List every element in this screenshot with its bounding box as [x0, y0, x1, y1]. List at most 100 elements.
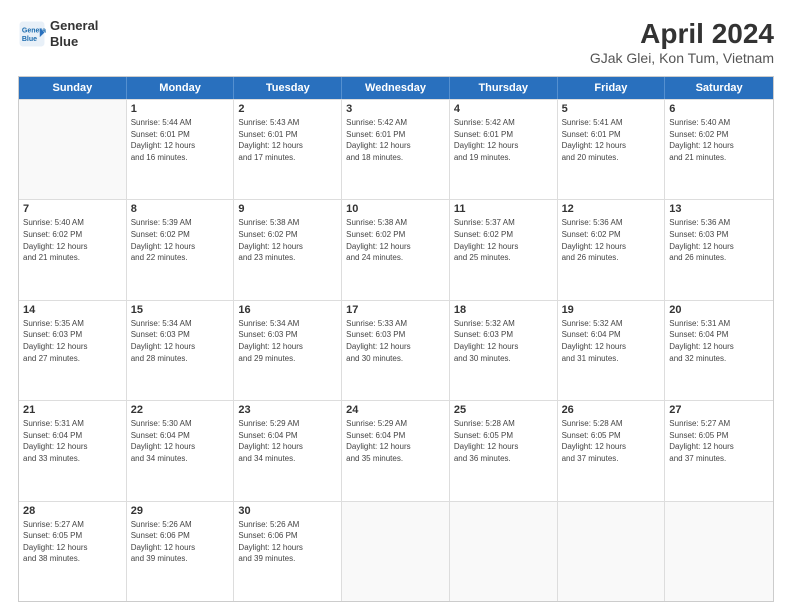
day-number: 25 — [454, 404, 553, 416]
week-row-4: 21Sunrise: 5:31 AM Sunset: 6:04 PM Dayli… — [19, 400, 773, 500]
day-cell-19: 19 Sunrise: 5:32 AM Sunset: 6:04 PM Dayli… — [558, 301, 666, 400]
day-cell-7: 7Sunrise: 5:40 AM Sunset: 6:02 PM Daylig… — [19, 200, 127, 299]
day-cell-26: 26 Sunrise: 5:28 AM Sunset: 6:05 PM Dayli… — [558, 401, 666, 500]
week-row-3: 14 Sunrise: 5:35 AM Sunset: 6:03 PM Dayli… — [19, 300, 773, 400]
calendar-header: SundayMondayTuesdayWednesdayThursdayFrid… — [19, 77, 773, 99]
day-info: Sunrise: 5:36 AM Sunset: 6:03 PM Dayligh… — [669, 217, 769, 263]
day-header-friday: Friday — [558, 77, 666, 99]
day-info: Sunrise: 5:39 AM Sunset: 6:02 PM Dayligh… — [131, 217, 230, 263]
day-cell-9: 9 Sunrise: 5:38 AM Sunset: 6:02 PM Daylig… — [234, 200, 342, 299]
day-info: Sunrise: 5:42 AM Sunset: 6:01 PM Dayligh… — [454, 117, 553, 163]
day-cell-6: 6 Sunrise: 5:40 AM Sunset: 6:02 PM Daylig… — [665, 100, 773, 199]
day-info: Sunrise: 5:26 AM Sunset: 6:06 PM Dayligh… — [238, 519, 337, 565]
logo-line2: Blue — [50, 34, 98, 50]
day-cell-18: 18 Sunrise: 5:32 AM Sunset: 6:03 PM Dayli… — [450, 301, 558, 400]
day-info: Sunrise: 5:44 AM Sunset: 6:01 PM Dayligh… — [131, 117, 230, 163]
day-cell-14: 14 Sunrise: 5:35 AM Sunset: 6:03 PM Dayli… — [19, 301, 127, 400]
day-info: Sunrise: 5:27 AM Sunset: 6:05 PM Dayligh… — [23, 519, 122, 565]
day-number: 14 — [23, 304, 122, 316]
day-cell-22: 22Sunrise: 5:30 AM Sunset: 6:04 PM Dayli… — [127, 401, 235, 500]
week-row-2: 7Sunrise: 5:40 AM Sunset: 6:02 PM Daylig… — [19, 199, 773, 299]
day-info: Sunrise: 5:27 AM Sunset: 6:05 PM Dayligh… — [669, 418, 769, 464]
empty-cell — [558, 502, 666, 601]
empty-cell — [19, 100, 127, 199]
logo-text: General Blue — [50, 18, 98, 49]
day-number: 4 — [454, 103, 553, 115]
day-info: Sunrise: 5:28 AM Sunset: 6:05 PM Dayligh… — [562, 418, 661, 464]
day-number: 3 — [346, 103, 445, 115]
day-cell-16: 16 Sunrise: 5:34 AM Sunset: 6:03 PM Dayli… — [234, 301, 342, 400]
day-cell-8: 8 Sunrise: 5:39 AM Sunset: 6:02 PM Daylig… — [127, 200, 235, 299]
day-header-thursday: Thursday — [450, 77, 558, 99]
day-info: Sunrise: 5:31 AM Sunset: 6:04 PM Dayligh… — [669, 318, 769, 364]
empty-cell — [665, 502, 773, 601]
day-info: Sunrise: 5:35 AM Sunset: 6:03 PM Dayligh… — [23, 318, 122, 364]
logo-line1: General — [50, 18, 98, 34]
day-number: 22 — [131, 404, 230, 416]
day-number: 20 — [669, 304, 769, 316]
day-number: 30 — [238, 505, 337, 517]
day-header-wednesday: Wednesday — [342, 77, 450, 99]
calendar-body: 1Sunrise: 5:44 AM Sunset: 6:01 PM Daylig… — [19, 99, 773, 601]
day-cell-12: 12Sunrise: 5:36 AM Sunset: 6:02 PM Dayli… — [558, 200, 666, 299]
day-number: 9 — [238, 203, 337, 215]
day-info: Sunrise: 5:29 AM Sunset: 6:04 PM Dayligh… — [346, 418, 445, 464]
empty-cell — [450, 502, 558, 601]
day-cell-11: 11Sunrise: 5:37 AM Sunset: 6:02 PM Dayli… — [450, 200, 558, 299]
day-number: 10 — [346, 203, 445, 215]
svg-text:Blue: Blue — [22, 36, 37, 43]
day-cell-29: 29 Sunrise: 5:26 AM Sunset: 6:06 PM Dayli… — [127, 502, 235, 601]
day-header-saturday: Saturday — [665, 77, 773, 99]
day-info: Sunrise: 5:43 AM Sunset: 6:01 PM Dayligh… — [238, 117, 337, 163]
day-info: Sunrise: 5:33 AM Sunset: 6:03 PM Dayligh… — [346, 318, 445, 364]
day-info: Sunrise: 5:34 AM Sunset: 6:03 PM Dayligh… — [238, 318, 337, 364]
day-cell-4: 4 Sunrise: 5:42 AM Sunset: 6:01 PM Daylig… — [450, 100, 558, 199]
day-number: 26 — [562, 404, 661, 416]
header: General Blue General Blue April 2024 GJa… — [18, 18, 774, 66]
day-number: 19 — [562, 304, 661, 316]
calendar: SundayMondayTuesdayWednesdayThursdayFrid… — [18, 76, 774, 602]
day-info: Sunrise: 5:38 AM Sunset: 6:02 PM Dayligh… — [238, 217, 337, 263]
day-number: 16 — [238, 304, 337, 316]
subtitle: GJak Glei, Kon Tum, Vietnam — [590, 50, 774, 66]
empty-cell — [342, 502, 450, 601]
day-cell-1: 1Sunrise: 5:44 AM Sunset: 6:01 PM Daylig… — [127, 100, 235, 199]
day-cell-24: 24Sunrise: 5:29 AM Sunset: 6:04 PM Dayli… — [342, 401, 450, 500]
day-info: Sunrise: 5:28 AM Sunset: 6:05 PM Dayligh… — [454, 418, 553, 464]
day-info: Sunrise: 5:36 AM Sunset: 6:02 PM Dayligh… — [562, 217, 661, 263]
day-cell-17: 17 Sunrise: 5:33 AM Sunset: 6:03 PM Dayli… — [342, 301, 450, 400]
day-number: 7 — [23, 203, 122, 215]
day-info: Sunrise: 5:42 AM Sunset: 6:01 PM Dayligh… — [346, 117, 445, 163]
day-cell-5: 5Sunrise: 5:41 AM Sunset: 6:01 PM Daylig… — [558, 100, 666, 199]
day-number: 27 — [669, 404, 769, 416]
day-info: Sunrise: 5:29 AM Sunset: 6:04 PM Dayligh… — [238, 418, 337, 464]
day-header-tuesday: Tuesday — [234, 77, 342, 99]
day-number: 8 — [131, 203, 230, 215]
day-info: Sunrise: 5:37 AM Sunset: 6:02 PM Dayligh… — [454, 217, 553, 263]
main-title: April 2024 — [590, 18, 774, 50]
day-cell-13: 13 Sunrise: 5:36 AM Sunset: 6:03 PM Dayli… — [665, 200, 773, 299]
day-header-sunday: Sunday — [19, 77, 127, 99]
day-number: 6 — [669, 103, 769, 115]
day-cell-3: 3 Sunrise: 5:42 AM Sunset: 6:01 PM Daylig… — [342, 100, 450, 199]
day-info: Sunrise: 5:26 AM Sunset: 6:06 PM Dayligh… — [131, 519, 230, 565]
day-info: Sunrise: 5:32 AM Sunset: 6:03 PM Dayligh… — [454, 318, 553, 364]
day-cell-30: 30 Sunrise: 5:26 AM Sunset: 6:06 PM Dayli… — [234, 502, 342, 601]
day-number: 13 — [669, 203, 769, 215]
day-number: 28 — [23, 505, 122, 517]
day-info: Sunrise: 5:40 AM Sunset: 6:02 PM Dayligh… — [669, 117, 769, 163]
logo: General Blue General Blue — [18, 18, 98, 49]
day-cell-25: 25 Sunrise: 5:28 AM Sunset: 6:05 PM Dayli… — [450, 401, 558, 500]
day-number: 29 — [131, 505, 230, 517]
week-row-1: 1Sunrise: 5:44 AM Sunset: 6:01 PM Daylig… — [19, 99, 773, 199]
day-cell-2: 2 Sunrise: 5:43 AM Sunset: 6:01 PM Daylig… — [234, 100, 342, 199]
day-info: Sunrise: 5:41 AM Sunset: 6:01 PM Dayligh… — [562, 117, 661, 163]
day-number: 2 — [238, 103, 337, 115]
day-number: 17 — [346, 304, 445, 316]
day-cell-27: 27 Sunrise: 5:27 AM Sunset: 6:05 PM Dayli… — [665, 401, 773, 500]
day-info: Sunrise: 5:38 AM Sunset: 6:02 PM Dayligh… — [346, 217, 445, 263]
day-number: 18 — [454, 304, 553, 316]
day-cell-23: 23Sunrise: 5:29 AM Sunset: 6:04 PM Dayli… — [234, 401, 342, 500]
day-cell-28: 28 Sunrise: 5:27 AM Sunset: 6:05 PM Dayli… — [19, 502, 127, 601]
day-info: Sunrise: 5:32 AM Sunset: 6:04 PM Dayligh… — [562, 318, 661, 364]
